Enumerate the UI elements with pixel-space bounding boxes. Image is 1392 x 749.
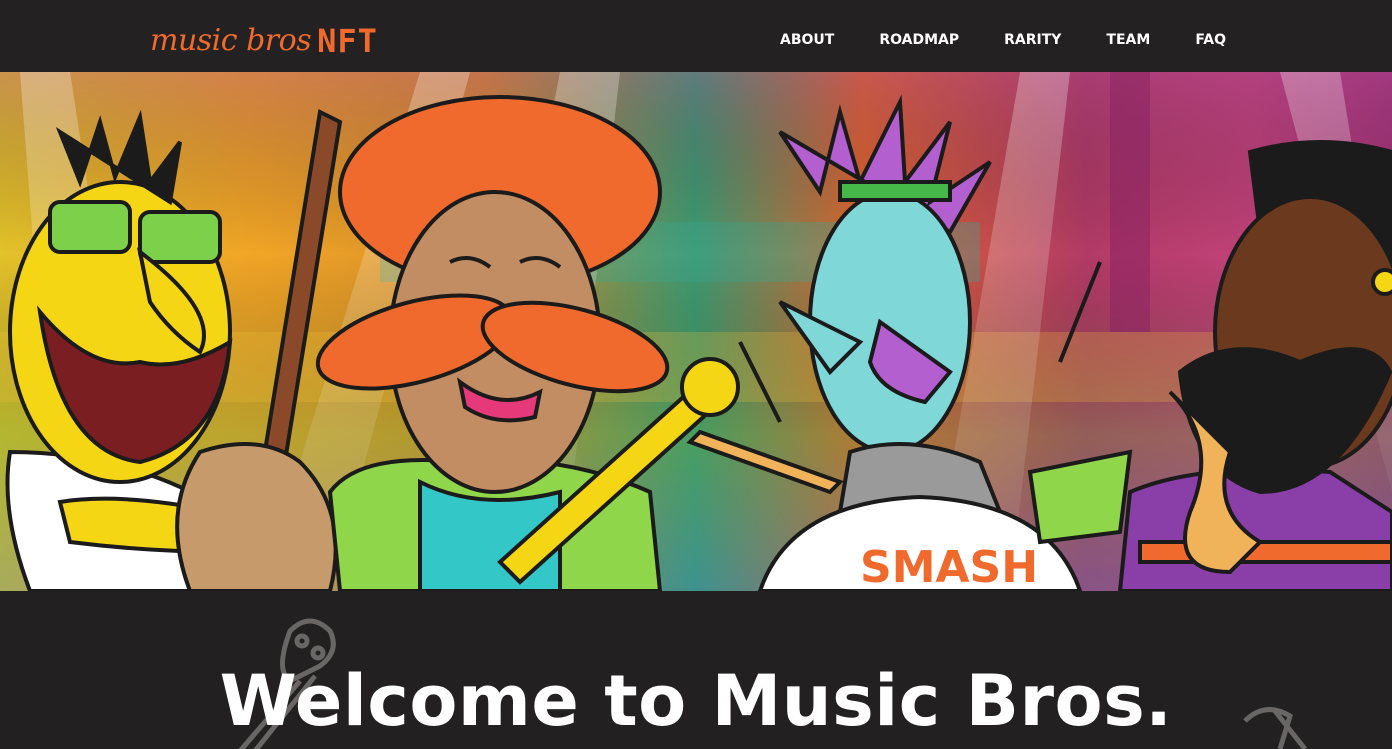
nav-link-rarity[interactable]: RARITY — [1004, 31, 1061, 49]
welcome-section: Welcome to Music Bros. — [0, 591, 1392, 749]
welcome-heading: Welcome to Music Bros. — [219, 660, 1173, 742]
top-navbar: music bros NFT ABOUT ROADMAP RARITY TEAM… — [0, 0, 1392, 72]
drum-label: SMASH — [860, 542, 1038, 591]
main-nav: ABOUT ROADMAP RARITY TEAM FAQ — [780, 31, 1271, 49]
nav-link-about[interactable]: ABOUT — [780, 31, 834, 49]
logo-nft-badge: NFT — [317, 22, 378, 60]
nav-link-team[interactable]: TEAM — [1106, 31, 1150, 49]
singer-character — [315, 95, 670, 591]
nav-link-faq[interactable]: FAQ — [1195, 31, 1226, 49]
hero-banner: SMASH — [0, 72, 1392, 591]
site-logo[interactable]: music bros NFT — [150, 18, 378, 60]
band-illustration: SMASH — [0, 72, 1392, 591]
logo-wordmark: music bros — [150, 23, 312, 58]
nav-link-roadmap[interactable]: ROADMAP — [879, 31, 959, 49]
